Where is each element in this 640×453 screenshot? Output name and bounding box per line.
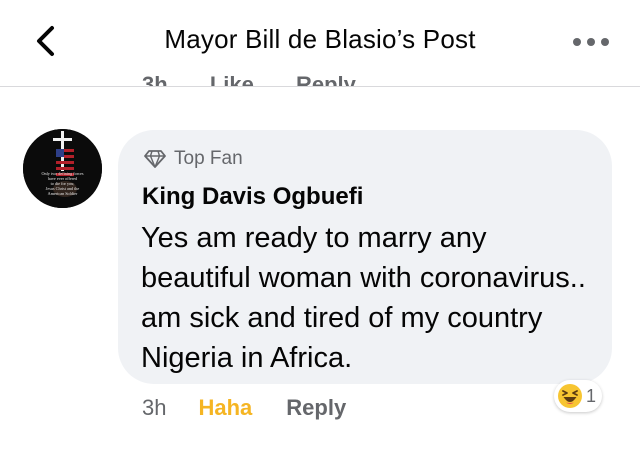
previous-comment-actions: 3h Like Reply (142, 72, 392, 87)
more-options-button[interactable] (571, 35, 611, 47)
reaction-summary[interactable]: 1 (554, 380, 603, 412)
comment-bubble[interactable]: Top Fan King Davis Ogbuefi Yes am ready … (118, 130, 612, 384)
previous-comment-reply-button[interactable]: Reply (296, 72, 356, 86)
reply-button[interactable]: Reply (286, 395, 346, 421)
avatar[interactable]: Only two defining forces have ever offer… (23, 129, 102, 208)
diamond-icon (144, 150, 166, 168)
reaction-count: 1 (586, 385, 597, 406)
top-fan-badge: Top Fan (144, 148, 243, 170)
previous-comment-time: 3h (142, 72, 168, 87)
comment-time[interactable]: 3h (142, 395, 166, 421)
header: Mayor Bill de Blasio’s Post 3h Like Repl… (0, 0, 640, 87)
haha-reaction-button[interactable]: Haha (198, 395, 252, 421)
comment-author[interactable]: King Davis Ogbuefi (142, 183, 363, 211)
page-title: Mayor Bill de Blasio’s Post (164, 24, 476, 54)
haha-emoji-icon (558, 384, 582, 408)
comment-text: Yes am ready to marry any beautiful woma… (141, 222, 586, 374)
svg-text:American Soldier: American Soldier (48, 191, 78, 196)
top-fan-label: Top Fan (174, 148, 243, 169)
previous-comment-like-button[interactable]: Like (210, 72, 254, 86)
more-dots-icon (573, 38, 609, 46)
comment-actions: 3h Haha Reply (142, 394, 346, 422)
avatar-caption: Only two defining forces have ever offer… (42, 171, 84, 196)
